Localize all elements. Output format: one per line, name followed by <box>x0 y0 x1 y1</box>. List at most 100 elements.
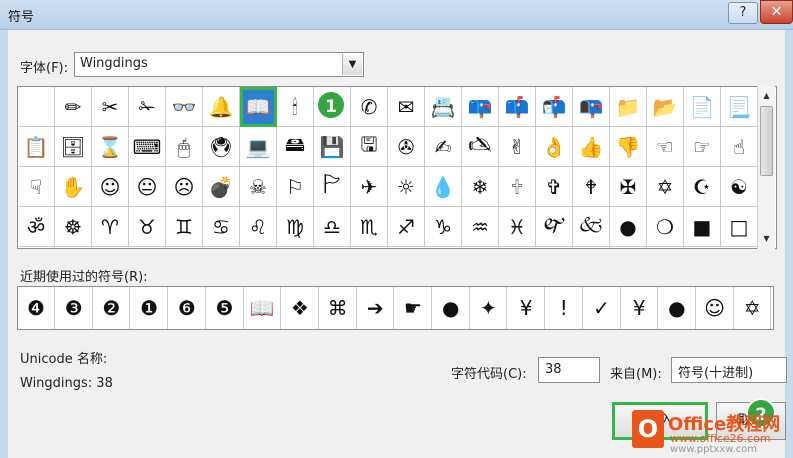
recent-symbol-cell[interactable]: ❹ <box>18 287 55 329</box>
recent-symbol-cell[interactable]: ✡ <box>734 287 772 329</box>
symbol-cell[interactable]: ♐ <box>388 207 425 247</box>
symbol-cell[interactable]: 🖎 <box>462 127 499 167</box>
symbol-cell[interactable]: ☺ <box>92 167 129 207</box>
symbol-cell[interactable]: 🖫 <box>351 127 388 167</box>
symbol-cell[interactable]: 🙰 <box>536 207 573 247</box>
symbol-cell[interactable]: 🕈 <box>573 167 610 207</box>
symbol-cell[interactable]: ♋ <box>203 207 240 247</box>
symbol-cell[interactable]: ✁ <box>129 87 166 127</box>
symbol-cell[interactable]: ☜ <box>647 127 684 167</box>
scroll-up-icon[interactable]: ▲ <box>759 88 774 104</box>
symbol-cell[interactable]: ☸ <box>55 207 92 247</box>
recent-symbol-cell[interactable]: ❻ <box>169 287 206 329</box>
symbol-cell[interactable]: ♍ <box>277 207 314 247</box>
help-button[interactable]: ? <box>728 2 758 24</box>
symbol-cell[interactable]: 🏱 <box>314 167 351 207</box>
symbol-cell[interactable]: 😐 <box>129 167 166 207</box>
symbol-cell[interactable]: ✏ <box>55 87 92 127</box>
symbol-cell[interactable]: ● <box>610 207 647 247</box>
symbol-cell[interactable]: ❄ <box>462 167 499 207</box>
symbol-cell[interactable]: ■ <box>684 207 721 247</box>
symbol-cell[interactable]: 📂 <box>647 87 684 127</box>
symbol-cell[interactable]: ✌ <box>499 127 536 167</box>
symbol-cell[interactable]: ✠ <box>610 167 647 207</box>
char-code-input[interactable]: 38 <box>538 357 600 383</box>
symbol-cell[interactable]: 💧 <box>425 167 462 207</box>
symbol-cell[interactable]: 📄 <box>684 87 721 127</box>
symbol-cell[interactable]: ☠ <box>240 167 277 207</box>
symbol-cell[interactable]: ☝ <box>721 127 758 167</box>
symbol-cell[interactable]: 💣 <box>203 167 240 207</box>
symbol-cell[interactable]: 📁 <box>610 87 647 127</box>
symbol-cell[interactable]: 🙵 <box>573 207 610 247</box>
grid-scrollbar[interactable]: ▲ ▼ <box>757 86 775 249</box>
symbol-cell[interactable]: 💾 <box>314 127 351 167</box>
symbol-cell[interactable]: ⌛ <box>92 127 129 167</box>
symbol-cell[interactable]: ♊ <box>166 207 203 247</box>
recent-symbol-cell[interactable]: ✓ <box>584 287 621 329</box>
symbol-cell[interactable]: 🗄 <box>55 127 92 167</box>
recent-symbol-cell[interactable]: ● <box>433 287 470 329</box>
symbol-cell[interactable]: ♈ <box>92 207 129 247</box>
symbol-cell[interactable]: 👓 <box>166 87 203 127</box>
symbol-cell[interactable]: ☼ <box>388 167 425 207</box>
scroll-down-icon[interactable]: ▼ <box>759 231 774 247</box>
symbol-cell[interactable]: ✂ <box>92 87 129 127</box>
symbol-cell[interactable]: ✉ <box>388 87 425 127</box>
symbol-cell[interactable]: ✍ <box>425 127 462 167</box>
symbol-cell[interactable]: 👎 <box>610 127 647 167</box>
recent-symbol-cell[interactable]: ❷ <box>93 287 131 329</box>
from-select[interactable]: 符号(十进制) <box>671 357 787 383</box>
symbol-cell[interactable]: ✡ <box>647 167 684 207</box>
recent-symbol-cell[interactable]: 📖 <box>244 287 282 329</box>
scroll-thumb[interactable] <box>760 106 773 176</box>
symbol-cell[interactable]: ☪ <box>684 167 721 207</box>
symbol-cell[interactable]: ☞ <box>684 127 721 167</box>
symbol-cell[interactable]: ⌨ <box>129 127 166 167</box>
symbol-cell[interactable]: 👍 <box>573 127 610 167</box>
symbol-cell[interactable]: ✈ <box>351 167 388 207</box>
symbol-cell[interactable]: □ <box>721 207 758 247</box>
recent-symbol-cell[interactable]: ⌘ <box>320 287 357 329</box>
symbol-cell[interactable]: 📫 <box>499 87 536 127</box>
symbol-cell[interactable]: 🖲 <box>203 127 240 167</box>
symbol-cell[interactable]: ♒ <box>462 207 499 247</box>
chevron-down-icon[interactable]: ▼ <box>342 54 362 75</box>
symbol-cell[interactable]: ☯ <box>721 167 758 207</box>
font-select[interactable]: Wingdings ▼ <box>74 52 364 77</box>
symbol-cell[interactable]: 📪 <box>462 87 499 127</box>
recent-symbol-cell[interactable]: ❖ <box>282 287 319 329</box>
symbol-cell[interactable]: 🕆 <box>499 167 536 207</box>
symbol-cell[interactable]: ॐ <box>18 207 55 247</box>
symbol-cell[interactable] <box>18 87 55 127</box>
symbol-cell[interactable]: 🕯 <box>277 87 314 127</box>
recent-symbol-cell[interactable]: ¥ <box>621 287 659 329</box>
recent-symbol-cell[interactable]: ❸ <box>56 287 93 329</box>
symbol-cell[interactable]: 📬 <box>536 87 573 127</box>
symbol-cell[interactable]: ☟ <box>18 167 55 207</box>
symbol-cell[interactable]: 💻 <box>240 127 277 167</box>
symbol-cell[interactable]: ♏ <box>351 207 388 247</box>
symbol-cell[interactable]: ✋ <box>55 167 92 207</box>
symbol-cell[interactable]: 📭 <box>573 87 610 127</box>
symbol-cell[interactable]: ✆ <box>351 87 388 127</box>
symbol-cell[interactable]: 🔔 <box>203 87 240 127</box>
symbol-cell[interactable]: ⚐ <box>277 167 314 207</box>
symbol-cell[interactable]: ♓ <box>499 207 536 247</box>
recent-symbol-cell[interactable]: ❶ <box>131 287 169 329</box>
symbol-cell[interactable]: 🖴 <box>277 127 314 167</box>
symbol-cell[interactable]: ♌ <box>240 207 277 247</box>
symbol-cell[interactable]: ✞ <box>536 167 573 207</box>
symbol-cell[interactable]: ♎ <box>314 207 351 247</box>
symbol-cell[interactable]: 👌 <box>536 127 573 167</box>
symbol-cell[interactable]: ♑ <box>425 207 462 247</box>
close-button[interactable]: ✕ <box>760 0 793 24</box>
symbol-cell[interactable]: 🖱 <box>166 127 203 167</box>
recent-symbol-cell[interactable]: ! <box>546 287 583 329</box>
symbol-cell[interactable]: 📇 <box>425 87 462 127</box>
symbol-cell[interactable]: ✇ <box>388 127 425 167</box>
recent-symbol-cell[interactable]: ✦ <box>470 287 508 329</box>
recent-symbol-cell[interactable]: ☺ <box>697 287 734 329</box>
recent-symbol-cell[interactable]: ❺ <box>207 287 244 329</box>
recent-symbol-cell[interactable]: ➔ <box>357 287 395 329</box>
